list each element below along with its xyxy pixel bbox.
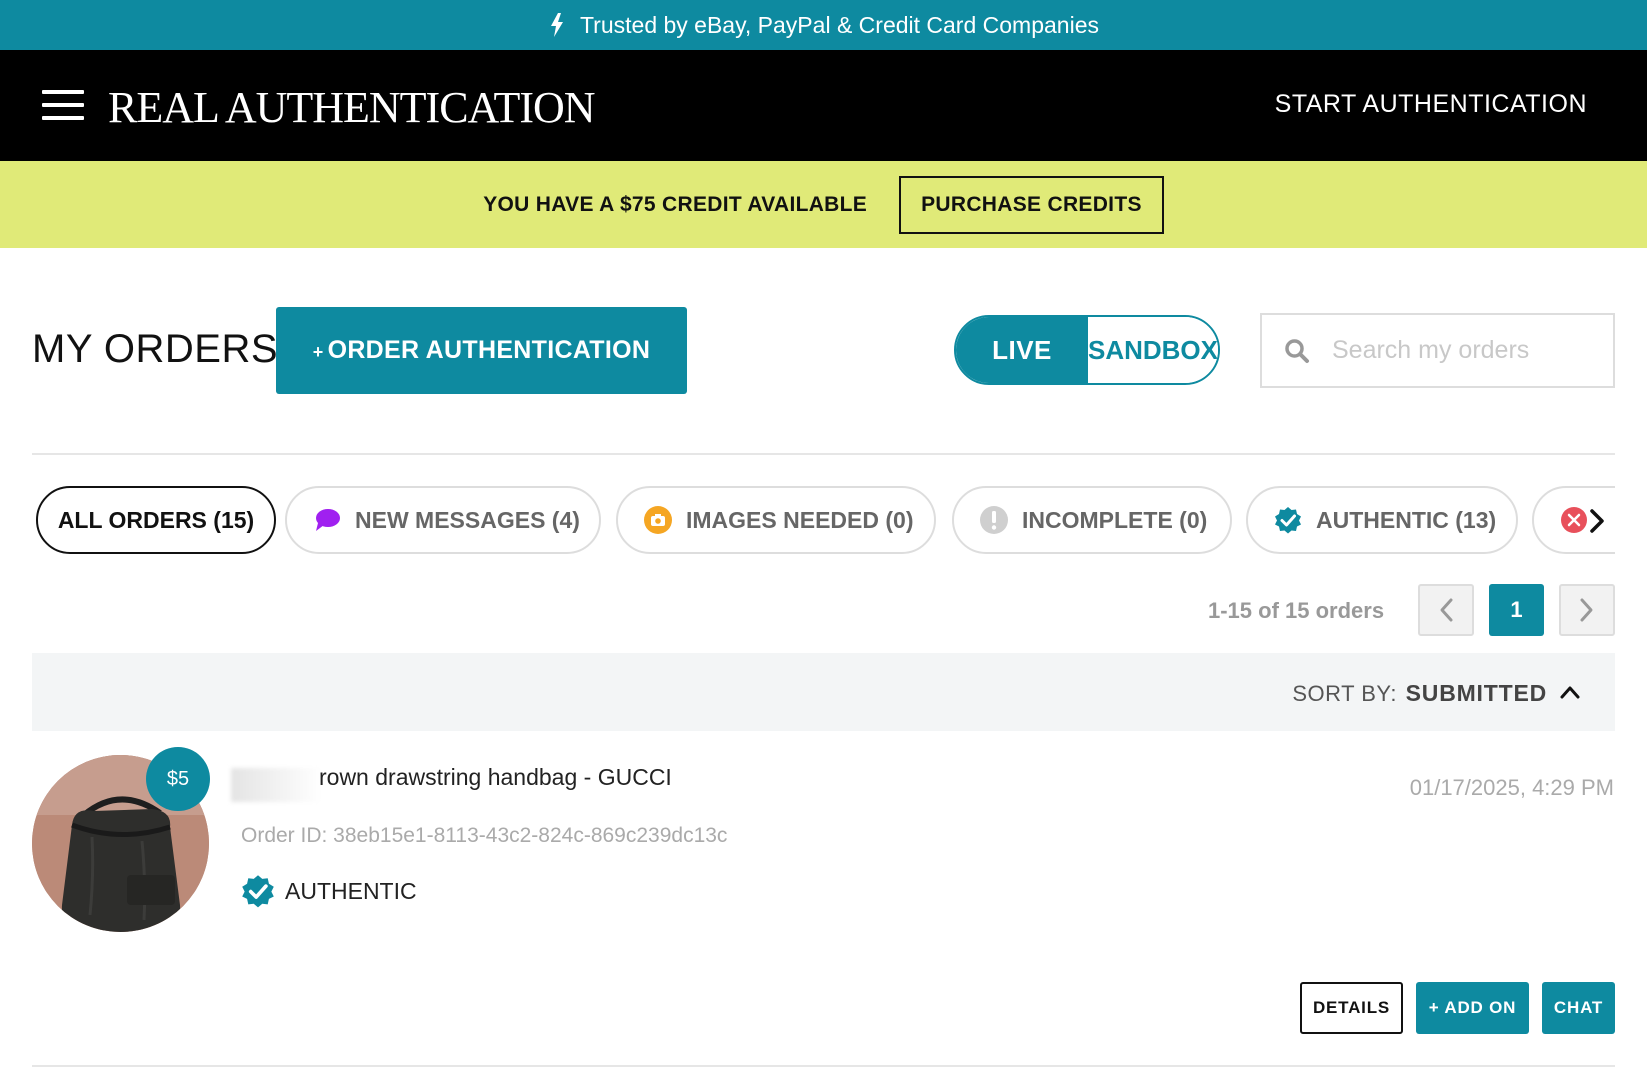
- chat-button[interactable]: CHAT: [1542, 982, 1615, 1034]
- trust-banner: Trusted by eBay, PayPal & Credit Card Co…: [0, 0, 1647, 50]
- page-number-button[interactable]: 1: [1489, 584, 1544, 636]
- verified-check-icon: [242, 875, 274, 908]
- order-authentication-label: ORDER AUTHENTICATION: [327, 336, 651, 364]
- filter-images-needed[interactable]: IMAGES NEEDED (0): [616, 486, 936, 554]
- start-authentication-link[interactable]: START AUTHENTICATION: [1275, 90, 1587, 119]
- search-icon: [1285, 338, 1309, 363]
- search-orders-input[interactable]: [1332, 336, 1592, 365]
- site-header: REAL AUTHENTICATION START AUTHENTICATION: [0, 50, 1647, 161]
- filter-new-messages[interactable]: NEW MESSAGES (4): [285, 486, 601, 554]
- chevron-left-icon: [1440, 598, 1453, 622]
- exclamation-icon: [980, 506, 1008, 534]
- hamburger-menu-icon[interactable]: [42, 90, 84, 120]
- x-circle-icon: [1561, 507, 1587, 533]
- redacted-text: [231, 768, 321, 802]
- search-orders-box[interactable]: [1260, 313, 1615, 388]
- filter-all-orders[interactable]: ALL ORDERS (15): [36, 486, 276, 554]
- camera-icon: [644, 506, 672, 534]
- sort-bar: SORT BY: SUBMITTED: [32, 653, 1615, 731]
- chat-bubble-icon: [316, 509, 340, 531]
- filter-label: AUTHENTIC (13): [1316, 506, 1497, 533]
- order-thumbnail[interactable]: $5: [32, 747, 210, 932]
- order-id: Order ID: 38eb15e1-8113-43c2-824c-869c23…: [241, 824, 728, 847]
- previous-page-button[interactable]: [1418, 584, 1474, 636]
- add-on-button[interactable]: + ADD ON: [1416, 982, 1529, 1034]
- order-item-title[interactable]: rown drawstring handbag - GUCCI: [319, 764, 672, 791]
- order-date: 01/17/2025, 4:29 PM: [1409, 775, 1614, 800]
- plus-label: +: [312, 342, 324, 362]
- filter-label: ALL ORDERS (15): [57, 506, 255, 533]
- order-filter-tabs: ALL ORDERS (15) NEW MESSAGES (4) IMAGES …: [32, 486, 1615, 556]
- order-authentication-button[interactable]: + ORDER AUTHENTICATION: [276, 307, 687, 394]
- trust-banner-text: Trusted by eBay, PayPal & Credit Card Co…: [579, 11, 1099, 38]
- live-sandbox-toggle[interactable]: LIVE SANDBOX: [954, 315, 1220, 385]
- site-logo[interactable]: REAL AUTHENTICATION: [108, 82, 596, 133]
- order-status-label: AUTHENTIC: [285, 877, 417, 904]
- credit-banner: YOU HAVE A $75 CREDIT AVAILABLE PURCHASE…: [0, 161, 1647, 248]
- price-badge: $5: [146, 747, 210, 811]
- sandbox-mode-option[interactable]: SANDBOX: [1087, 317, 1218, 383]
- filter-label: INCOMPLETE (0): [1022, 506, 1208, 533]
- verified-check-icon: [1275, 507, 1301, 534]
- live-mode-option[interactable]: LIVE: [956, 317, 1088, 383]
- filter-label: IMAGES NEEDED (0): [686, 506, 914, 533]
- filter-label: NEW MESSAGES (4): [355, 506, 580, 533]
- purchase-credits-button[interactable]: PURCHASE CREDITS: [899, 175, 1164, 234]
- page-title: MY ORDERS: [32, 327, 279, 371]
- next-page-button[interactable]: [1559, 584, 1615, 636]
- order-divider: [32, 1065, 1615, 1067]
- filter-authentic[interactable]: AUTHENTIC (13): [1246, 486, 1518, 554]
- scroll-right-icon[interactable]: [1589, 508, 1605, 534]
- credit-available-text: YOU HAVE A $75 CREDIT AVAILABLE: [483, 192, 868, 216]
- lightning-icon: [550, 13, 563, 37]
- chevron-right-icon: [1580, 598, 1593, 622]
- order-status: AUTHENTIC: [241, 874, 417, 908]
- details-button[interactable]: DETAILS: [1300, 982, 1403, 1034]
- sort-label: SORT BY:: [1292, 681, 1397, 706]
- filter-incomplete[interactable]: INCOMPLETE (0): [952, 486, 1232, 554]
- chevron-up-icon[interactable]: [1559, 683, 1581, 701]
- pagination-summary: 1-15 of 15 orders: [1208, 598, 1385, 623]
- section-divider: [32, 453, 1615, 455]
- sort-value-dropdown[interactable]: SUBMITTED: [1406, 680, 1547, 707]
